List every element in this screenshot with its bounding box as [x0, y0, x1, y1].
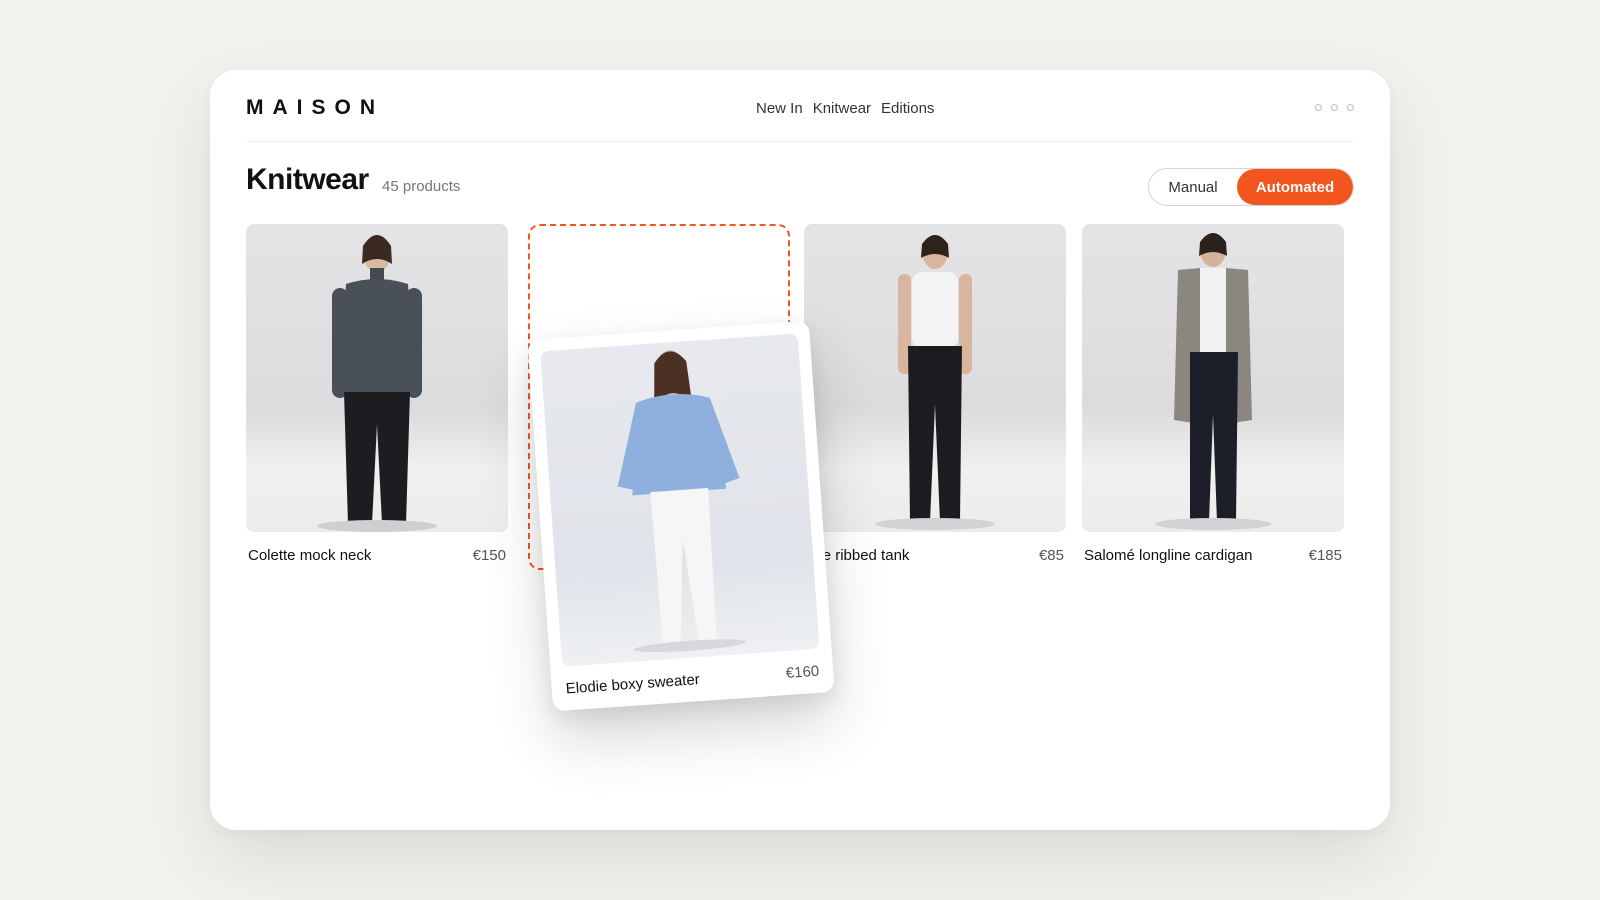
model-figure-icon: [617, 350, 746, 653]
model-figure-icon: [1155, 233, 1271, 530]
nav-new-in[interactable]: New In: [756, 100, 803, 117]
product-price: €185: [1308, 547, 1342, 564]
control-dot-icon[interactable]: [1347, 104, 1354, 111]
product-image[interactable]: [804, 224, 1066, 532]
product-card[interactable]: Salomé longline cardigan €185: [1082, 224, 1344, 564]
manual-button[interactable]: Manual: [1149, 169, 1237, 205]
page-title: Knitwear: [246, 163, 369, 196]
nav-editions[interactable]: Editions: [881, 100, 934, 117]
brand-logo[interactable]: MAISON: [246, 96, 384, 120]
main-nav: New In Knitwear Editions: [756, 100, 934, 117]
product-card[interactable]: ane ribbed tank €85: [804, 224, 1066, 564]
control-dot-icon[interactable]: [1331, 104, 1338, 111]
product-price: €150: [472, 547, 506, 564]
sort-mode-toggle[interactable]: Manual Automated: [1148, 168, 1354, 206]
product-image[interactable]: [540, 333, 820, 667]
nav-knitwear[interactable]: Knitwear: [813, 100, 871, 117]
product-count: 45 products: [382, 178, 461, 195]
product-name[interactable]: Salomé longline cardigan: [1084, 547, 1252, 564]
model-figure-icon: [317, 235, 437, 532]
window-controls[interactable]: [1315, 104, 1354, 111]
product-price: €160: [785, 662, 820, 683]
top-bar: MAISON New In Knitwear Editions: [246, 70, 1354, 142]
product-name[interactable]: Colette mock neck: [248, 547, 371, 564]
product-price: €85: [1038, 547, 1064, 564]
automated-button[interactable]: Automated: [1237, 169, 1353, 205]
control-dot-icon[interactable]: [1315, 104, 1322, 111]
product-image[interactable]: [1082, 224, 1344, 532]
product-image[interactable]: [246, 224, 508, 532]
dragging-product-card[interactable]: Elodie boxy sweater €160: [527, 320, 835, 712]
product-card[interactable]: Colette mock neck €150: [246, 224, 508, 564]
product-name[interactable]: Elodie boxy sweater: [565, 671, 700, 697]
model-figure-icon: [875, 235, 995, 530]
